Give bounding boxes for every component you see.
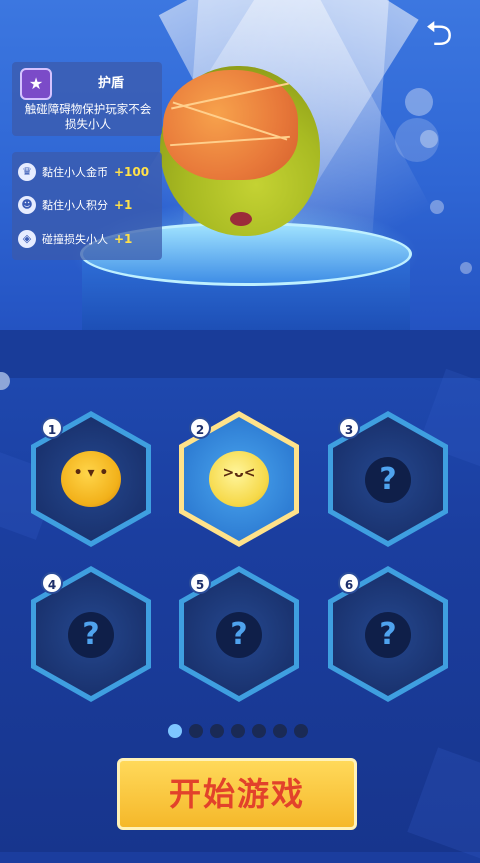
character-slot-3[interactable]: ? 3	[328, 411, 448, 547]
page-dot[interactable]	[210, 724, 224, 738]
character-slot-2[interactable]: >ᴗ< 2	[179, 411, 299, 547]
chick-character-icon: • ▾ •	[61, 451, 121, 507]
shield-ability-card: ★ 护盾 触碰障碍物保护玩家不会损失小人	[12, 62, 162, 136]
locked-question-icon: ?	[365, 457, 411, 503]
character-face: >ᴗ<	[222, 465, 256, 481]
character-slot-5[interactable]: ? 5	[179, 566, 299, 702]
page-indicator	[168, 724, 308, 740]
locked-question-icon: ?	[216, 612, 262, 658]
page-dot[interactable]	[252, 724, 266, 738]
slot-number-badge: 2	[189, 417, 211, 439]
bonus-label: 碰撞损失小人	[42, 233, 108, 246]
character-slot-4[interactable]: ? 4	[31, 566, 151, 702]
page-dot[interactable]	[294, 724, 308, 738]
character-slot-6[interactable]: ? 6	[328, 566, 448, 702]
character-slot-1[interactable]: • ▾ • 1	[31, 411, 151, 547]
fruit-character-icon: >ᴗ<	[209, 451, 269, 507]
start-game-button[interactable]: 开始游戏	[117, 758, 357, 830]
bonus-row: ♛ 黏住小人金币 +100	[18, 157, 162, 187]
bonus-value: +1	[114, 232, 133, 246]
bonus-label: 黏住小人金币	[42, 166, 108, 179]
back-button[interactable]: ⮌	[416, 14, 462, 54]
locked-question-icon: ?	[68, 612, 114, 658]
slot-number-badge: 4	[41, 572, 63, 594]
back-arrow-icon: ⮌	[425, 14, 453, 54]
shield-icon: ◈	[18, 230, 36, 248]
character-face: • ▾ •	[73, 465, 109, 481]
bubble	[395, 118, 439, 162]
bubble	[405, 88, 433, 116]
character-eye	[230, 212, 252, 226]
bonus-value: +1	[114, 198, 133, 212]
bonus-label: 黏住小人积分	[42, 199, 108, 212]
ability-description: 触碰障碍物保护玩家不会损失小人	[24, 102, 152, 131]
user-add-icon: ☻	[18, 196, 36, 214]
panel-header-band	[0, 330, 480, 378]
page-dot[interactable]	[273, 724, 287, 738]
shield-star-icon: ★	[20, 68, 52, 100]
page-dot-active[interactable]	[168, 724, 182, 738]
bubble	[460, 262, 472, 274]
bubble	[430, 200, 444, 214]
slot-number-badge: 5	[189, 572, 211, 594]
slot-number-badge: 6	[338, 572, 360, 594]
crown-icon: ♛	[18, 163, 36, 181]
ability-title: 护盾	[97, 76, 124, 91]
locked-question-icon: ?	[365, 612, 411, 658]
page-dot[interactable]	[189, 724, 203, 738]
page-dot[interactable]	[231, 724, 245, 738]
bonus-row: ◈ 碰撞损失小人 +1	[18, 224, 162, 254]
character-showcase: ⮌ ★ 护盾 触碰障碍物保护玩家不会损失小人 ♛ 黏住小人金币 +100 ☻ 黏…	[0, 0, 480, 330]
bonus-list: ♛ 黏住小人金币 +100 ☻ 黏住小人积分 +1 ◈ 碰撞损失小人 +1	[12, 152, 162, 260]
bonus-row: ☻ 黏住小人积分 +1	[18, 190, 162, 220]
bonus-value: +100	[114, 165, 150, 179]
slot-number-badge: 1	[41, 417, 63, 439]
slot-number-badge: 3	[338, 417, 360, 439]
